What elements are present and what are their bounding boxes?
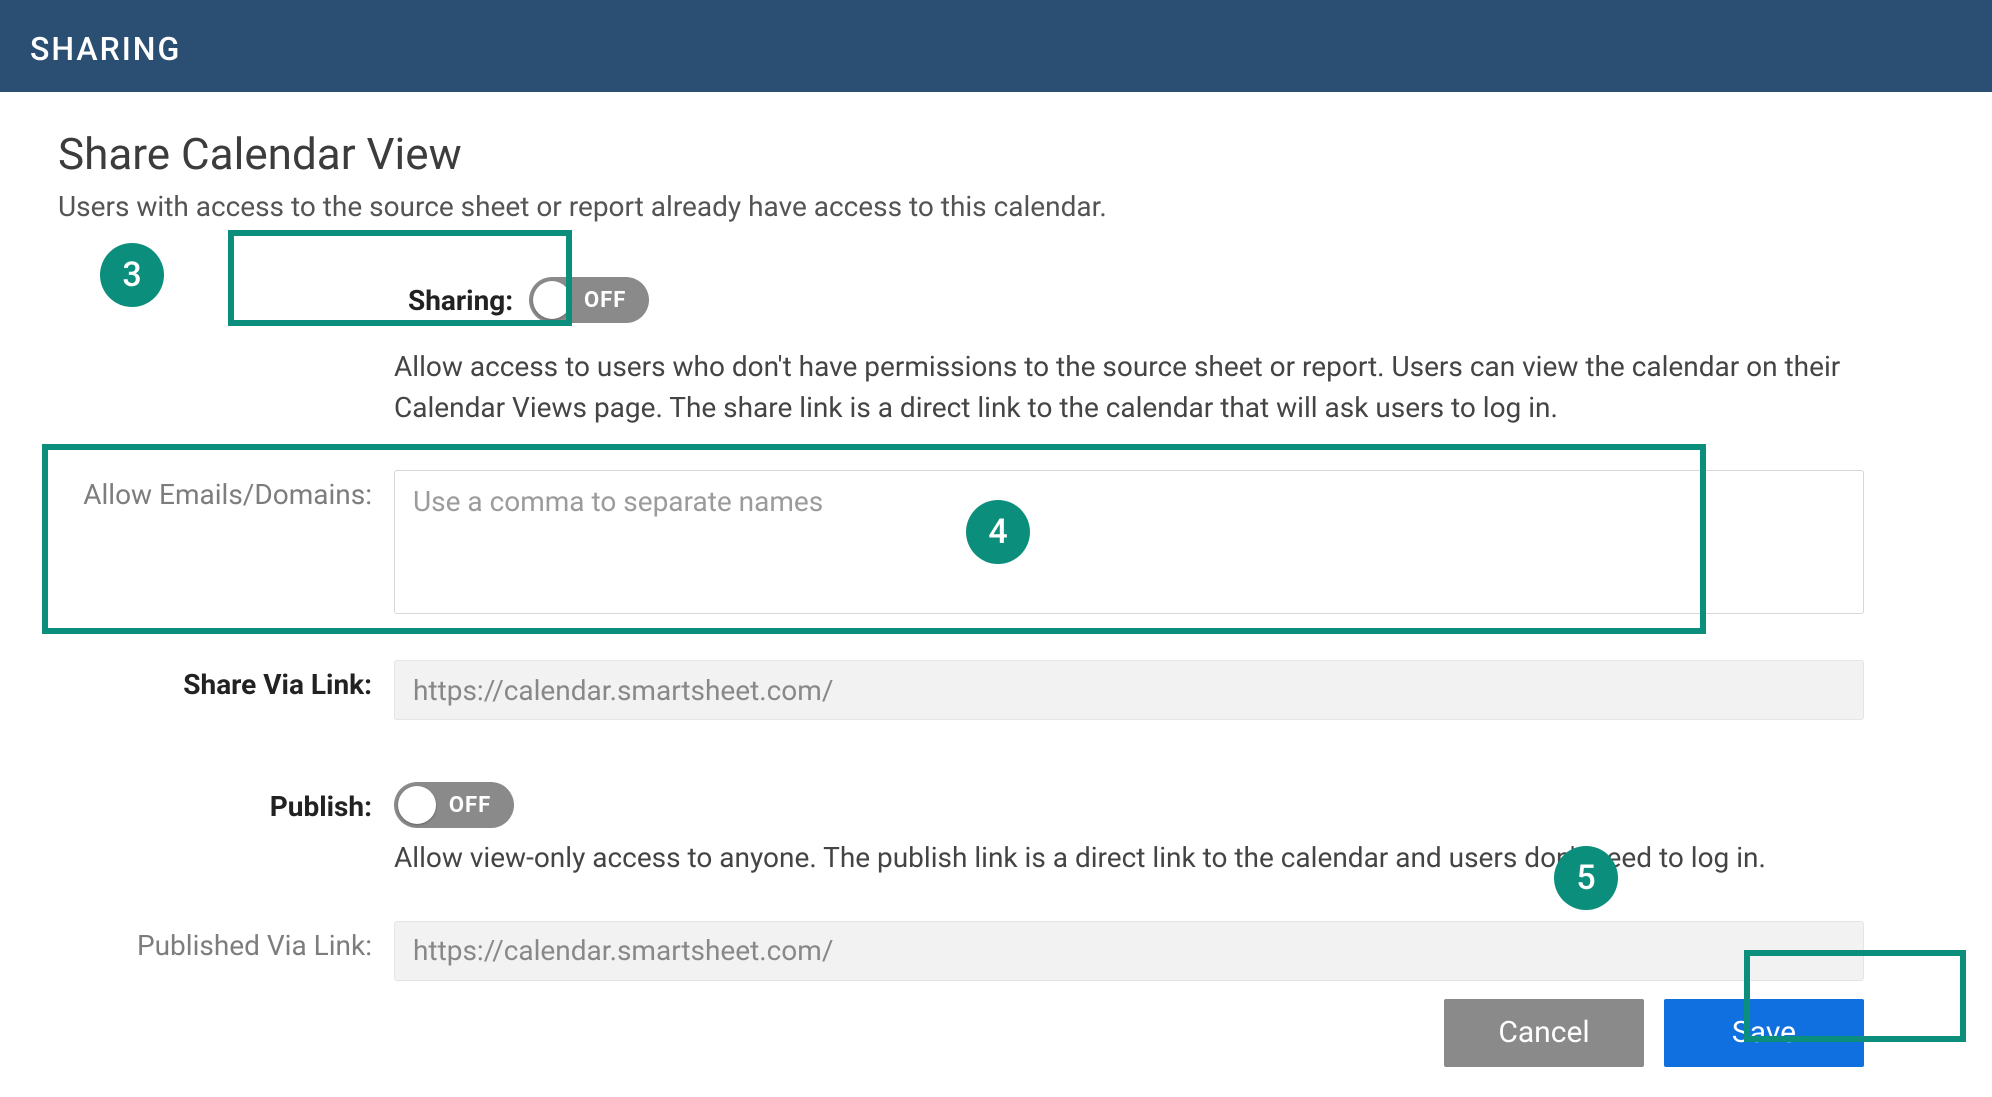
published-link-label: Published Via Link: <box>58 921 394 962</box>
publish-toggle-state: OFF <box>436 793 510 818</box>
share-link-row: Share Via Link: <box>58 660 1934 720</box>
allow-emails-label: Allow Emails/Domains: <box>58 470 394 511</box>
sharing-description: Allow access to users who don't have per… <box>394 347 1864 428</box>
panel-heading: Share Calendar View <box>58 128 1934 180</box>
share-link-input[interactable] <box>394 660 1864 720</box>
dialog-titlebar: SHARING <box>0 0 1992 92</box>
toggle-knob-icon <box>398 786 436 824</box>
save-button[interactable]: Save <box>1664 999 1864 1067</box>
publish-label: Publish: <box>58 782 394 823</box>
published-link-input[interactable] <box>394 921 1864 981</box>
cancel-button[interactable]: Cancel <box>1444 999 1644 1067</box>
dialog-content: Share Calendar View Users with access to… <box>0 92 1992 1097</box>
sharing-label: Sharing: <box>408 284 513 317</box>
allow-emails-row: Allow Emails/Domains: <box>58 470 1934 618</box>
sharing-row: Sharing: OFF Allow access to users who d… <box>58 263 1934 428</box>
publish-row: Publish: OFF Allow view-only access to a… <box>58 782 1934 879</box>
share-link-label: Share Via Link: <box>58 660 394 701</box>
share-dialog: SHARING Share Calendar View Users with a… <box>0 0 1992 1097</box>
sharing-toggle-state: OFF <box>571 288 645 313</box>
publish-description: Allow view-only access to anyone. The pu… <box>394 838 1864 879</box>
sharing-field: Sharing: OFF Allow access to users who d… <box>394 263 1934 428</box>
panel-subheading: Users with access to the source sheet or… <box>58 190 1934 223</box>
button-row: Cancel Save <box>58 993 1934 1067</box>
publish-toggle[interactable]: OFF <box>394 782 514 828</box>
toggle-knob-icon <box>533 281 571 319</box>
allow-emails-field <box>394 470 1934 618</box>
spacer <box>58 263 394 271</box>
allow-emails-input[interactable] <box>394 470 1864 614</box>
dialog-title: SHARING <box>30 30 181 68</box>
published-link-row: Published Via Link: <box>58 921 1934 981</box>
sharing-toggle[interactable]: OFF <box>529 277 649 323</box>
